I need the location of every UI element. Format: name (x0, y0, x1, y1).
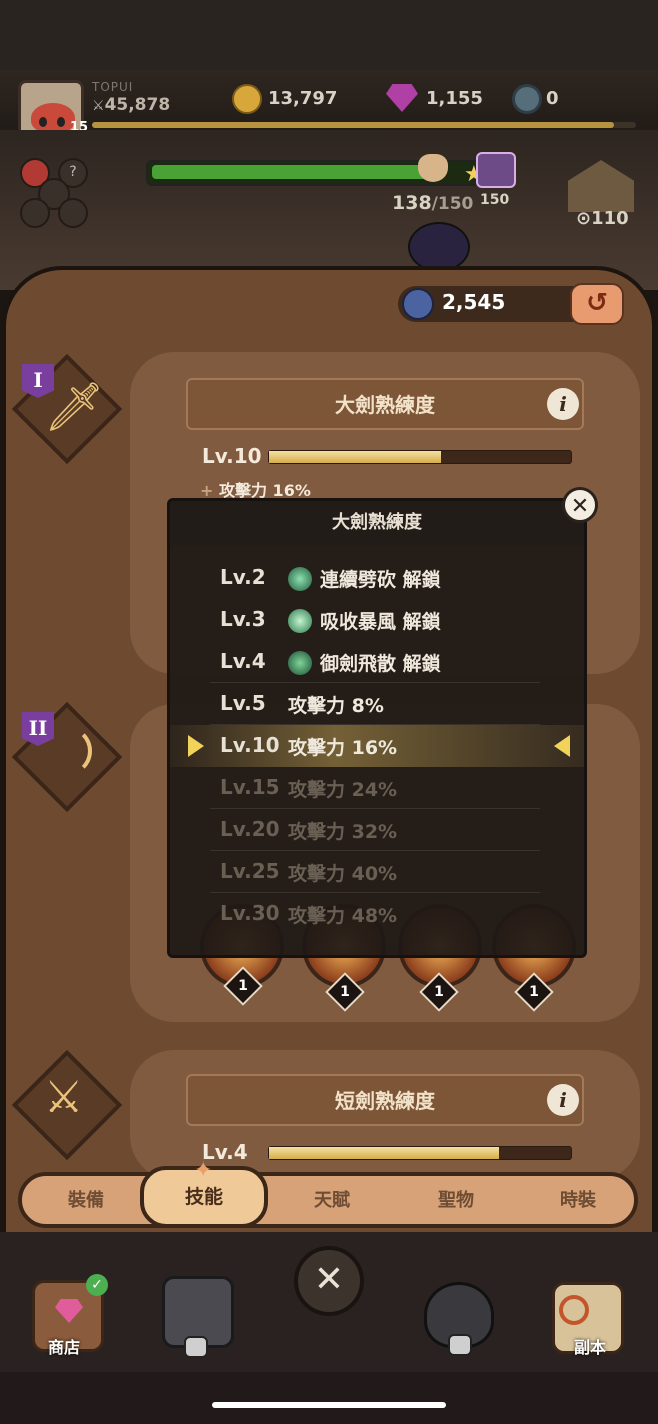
slash-skill-icon (288, 567, 312, 591)
card-title: 大劍熟練度 (186, 378, 584, 430)
check-icon: ✓ (86, 1274, 108, 1296)
close-icon: ✕ (313, 1259, 345, 1300)
flying-swords-skill-icon (288, 651, 312, 675)
crossed-swords-icon: ⚔ (92, 98, 105, 114)
tab-relic[interactable]: 聖物 (406, 1186, 506, 1212)
tab-talent[interactable]: 天賦 (282, 1186, 382, 1212)
lock-icon (448, 1334, 472, 1356)
gold-coin-icon (232, 84, 262, 114)
gold-value: 13,797 (268, 88, 338, 109)
bonus-row: Lv.5 攻擊力 8% (170, 683, 584, 725)
card-level: Lv.10 (202, 444, 262, 468)
compass-icon[interactable] (58, 198, 88, 228)
skill-points: 2,545 (442, 290, 506, 314)
boss-level: 150 (480, 192, 510, 208)
bonus-row-locked: Lv.30 攻擊力 48% (220, 901, 398, 927)
monster-icon (408, 222, 470, 272)
combat-power: ⚔45,878 (92, 95, 171, 115)
popup-close-button[interactable]: ✕ (562, 487, 598, 523)
level-bonus-popup: 大劍熟練度 Lv.2 連續劈砍 解鎖 Lv.3 吸收暴風 解鎖 Lv.4 御劍飛… (167, 498, 587, 958)
gem-value: 1,155 (426, 88, 483, 109)
close-menu-button[interactable]: ✕ (294, 1246, 364, 1316)
tab-equipment[interactable]: 裝備 (36, 1186, 136, 1212)
info-button[interactable]: i (547, 1084, 579, 1116)
current-marker-left-icon (188, 735, 204, 757)
bonus-row-locked: Lv.25 攻擊力 40% (170, 851, 584, 893)
bonus-row: Lv.2 連續劈砍 解鎖 (220, 565, 441, 591)
vortex-skill-icon (288, 609, 312, 633)
shop-gem-icon (55, 1299, 83, 1323)
fox-marker-icon (418, 154, 448, 182)
monster-token-icon (402, 288, 434, 320)
bonus-row-locked: Lv.20 攻擊力 32% (170, 809, 584, 851)
stage-progress-text: 138/150 (392, 192, 474, 214)
pet-icon[interactable] (20, 198, 50, 228)
xp-bar (92, 122, 636, 128)
home-indicator[interactable] (212, 1402, 446, 1408)
card-title: 短劍熟練度 (186, 1074, 584, 1126)
bonus-row: Lv.3 吸收暴風 解鎖 (220, 607, 441, 633)
bonus-row-current: Lv.10 攻擊力 16% (170, 725, 584, 767)
tab-bar: 裝備 天賦 聖物 時裝 (18, 1172, 638, 1228)
map-target-icon (559, 1295, 589, 1325)
boss-icon (476, 152, 516, 188)
info-button[interactable]: i (547, 388, 579, 420)
refresh-icon: ↺ (586, 288, 608, 318)
bonus-row-locked: Lv.15 攻擊力 24% (170, 767, 584, 809)
tab-ornament-icon: ✦ (194, 1158, 213, 1183)
key-value: 0 (546, 88, 559, 109)
dungeon-label: 副本 (574, 1338, 607, 1357)
bonus-row: Lv.4 御劍飛散 解鎖 (170, 641, 584, 683)
tab-costume[interactable]: 時裝 (528, 1186, 628, 1212)
reset-button[interactable]: ↺ (570, 283, 624, 325)
card-level-bar (268, 1146, 572, 1160)
lock-icon (184, 1336, 208, 1358)
key-orb-icon (512, 84, 542, 114)
footer-pattern (0, 1372, 658, 1424)
popup-title: 大劍熟練度 (170, 501, 584, 545)
shop-label: 商店 (48, 1338, 81, 1357)
close-icon: ✕ (570, 494, 590, 519)
home-value: ⊙110 (576, 208, 629, 229)
daggers-icon: ⚔ (44, 1072, 84, 1123)
status-bar-area (0, 0, 658, 70)
card-level-bar (268, 450, 572, 464)
current-marker-right-icon (554, 735, 570, 757)
player-name: TOPUI (92, 80, 134, 94)
